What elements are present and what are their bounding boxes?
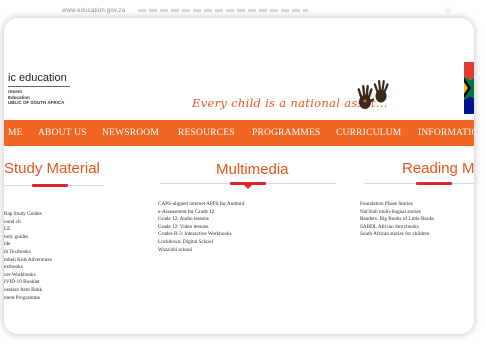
list-item[interactable]: extbooks bbox=[4, 264, 52, 272]
list-item[interactable]: ound cb bbox=[4, 219, 52, 227]
list-item[interactable]: Foundation Phase Stories bbox=[360, 201, 434, 209]
department-name: rtment Education UBLIC OF SOUTH AFRICA bbox=[8, 89, 64, 106]
reading-material-list: Foundation Phase Stories Nal'ibali multi… bbox=[360, 201, 434, 239]
study-material-heading: Study Material bbox=[4, 160, 100, 177]
list-item[interactable]: Woza'obi school bbox=[158, 247, 244, 255]
list-item[interactable]: ment Programme bbox=[4, 295, 52, 303]
star-icon[interactable]: ☆ bbox=[444, 5, 452, 16]
dept-line-3: UBLIC OF SOUTH AFRICA bbox=[8, 100, 65, 105]
nav-item-curriculum[interactable]: CURRICULUM bbox=[336, 128, 401, 138]
nav-item-home[interactable]: ME bbox=[8, 128, 23, 138]
url-text[interactable]: www.education.gov.za bbox=[62, 8, 125, 14]
nav-item-resources[interactable]: RESOURCES bbox=[178, 128, 235, 138]
nav-item-about-us[interactable]: ABOUT US bbox=[38, 128, 87, 138]
study-material-list: Rap Study Guides ound cb LE tudy guides … bbox=[4, 211, 52, 302]
list-item[interactable]: Grades R-3: Interactive Workbooks bbox=[158, 231, 244, 239]
site-header: ic education rtment Education UBLIC OF S… bbox=[4, 18, 474, 118]
nav-item-newsroom[interactable]: NEWSROOM bbox=[102, 128, 159, 138]
list-item[interactable]: ure Workbooks bbox=[4, 272, 52, 280]
list-item[interactable]: South African stories for children bbox=[360, 231, 434, 239]
list-item[interactable]: Lockdown: Digital School bbox=[158, 239, 244, 247]
list-item[interactable]: ib Textbooks bbox=[4, 249, 52, 257]
reading-heading-bar bbox=[416, 182, 452, 185]
list-item[interactable]: IVID-19 Booklet bbox=[4, 279, 52, 287]
list-item[interactable]: Grade 12: Video lessons bbox=[158, 224, 244, 232]
list-item[interactable]: Rap Study Guides bbox=[4, 211, 52, 219]
hands-logo-icon bbox=[357, 80, 389, 109]
list-item[interactable]: Readers: Big Books of Little Books bbox=[360, 216, 434, 224]
list-item[interactable]: uestion Item Bank bbox=[4, 287, 52, 295]
list-item[interactable]: e-Assessment for Grade 12 bbox=[158, 209, 244, 217]
list-item[interactable]: Grade 12: Audio lessons bbox=[158, 216, 244, 224]
nav-item-programmes[interactable]: PROGRAMMES bbox=[252, 128, 321, 138]
multimedia-heading: Multimedia bbox=[216, 161, 289, 178]
list-item[interactable]: mbeli Kids Adventures bbox=[4, 257, 52, 265]
list-item[interactable]: ide bbox=[4, 241, 52, 249]
multimedia-caret-icon bbox=[244, 185, 252, 189]
site-title[interactable]: ic education bbox=[8, 72, 67, 84]
list-item[interactable]: CAPS-aligned internet APPS for Android bbox=[158, 201, 244, 209]
main-navigation: ME ABOUT US NEWSROOM RESOURCES PROGRAMME… bbox=[4, 120, 474, 146]
reading-material-heading: Reading Mate bbox=[402, 160, 474, 177]
url-faded-text bbox=[138, 9, 308, 12]
nav-item-information[interactable]: INFORMATION bbox=[418, 128, 474, 138]
logo-divider bbox=[8, 86, 70, 87]
list-item[interactable]: LE bbox=[4, 226, 52, 234]
study-heading-bar bbox=[32, 184, 68, 187]
list-item[interactable]: tudy guides bbox=[4, 234, 52, 242]
flag-icon bbox=[464, 62, 474, 114]
page-card: ic education rtment Education UBLIC OF S… bbox=[4, 18, 474, 334]
multimedia-list: CAPS-aligned internet APPS for Android e… bbox=[158, 201, 244, 254]
